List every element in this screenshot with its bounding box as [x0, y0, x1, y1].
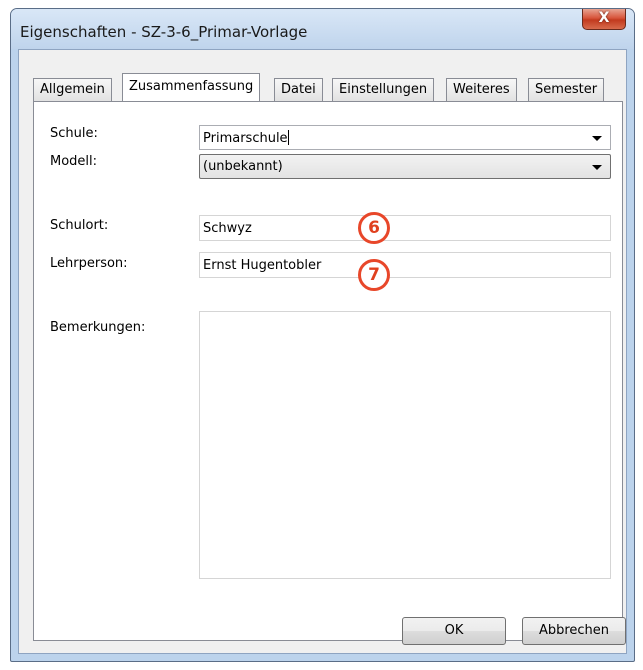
dropdown-arrow-icon[interactable] — [592, 165, 602, 170]
dropdown-arrow-icon[interactable] — [592, 136, 602, 141]
tab-semester[interactable]: Semester — [528, 78, 605, 101]
modell-label: Modell: — [50, 154, 98, 169]
properties-dialog: Eigenschaften - SZ-3-6_Primar-Vorlage X … — [10, 8, 635, 662]
cancel-button[interactable]: Abbrechen — [522, 617, 626, 645]
lehrperson-value: Ernst Hugentobler — [203, 258, 322, 273]
schule-combobox[interactable]: Primarschule — [199, 125, 611, 150]
title-bar[interactable]: Eigenschaften - SZ-3-6_Primar-Vorlage X — [11, 9, 634, 49]
tab-zusammenfassung[interactable]: Zusammenfassung — [122, 73, 261, 101]
text-caret — [287, 130, 289, 145]
bemerkungen-textarea[interactable] — [199, 311, 611, 579]
tab-panel-zusammenfassung: Schule: Primarschule Modell: (unbekannt)… — [33, 101, 623, 641]
modell-dropdown[interactable]: (unbekannt) — [199, 154, 611, 179]
lehrperson-input[interactable]: Ernst Hugentobler — [199, 252, 611, 278]
schule-label: Schule: — [50, 126, 98, 141]
tab-einstellungen[interactable]: Einstellungen — [332, 78, 435, 101]
schulort-value: Schwyz — [203, 221, 252, 236]
window-title: Eigenschaften - SZ-3-6_Primar-Vorlage — [20, 23, 308, 41]
schulort-input[interactable]: Schwyz — [199, 215, 611, 241]
schule-value: Primarschule — [203, 131, 288, 146]
ok-button[interactable]: OK — [402, 617, 506, 645]
dialog-client-area: Allgemein Zusammenfassung Datei Einstell… — [18, 49, 627, 654]
close-icon: X — [598, 10, 610, 26]
lehrperson-label: Lehrperson: — [50, 256, 128, 271]
tab-datei[interactable]: Datei — [274, 78, 323, 101]
annotation-badge-6: 6 — [358, 212, 390, 244]
bemerkungen-label: Bemerkungen: — [50, 320, 146, 335]
annotation-badge-7: 7 — [358, 259, 390, 291]
schulort-label: Schulort: — [50, 218, 109, 233]
tab-allgemein[interactable]: Allgemein — [33, 78, 112, 101]
tab-weiteres[interactable]: Weiteres — [446, 78, 517, 101]
close-button[interactable]: X — [582, 9, 626, 30]
modell-value: (unbekannt) — [203, 159, 283, 174]
